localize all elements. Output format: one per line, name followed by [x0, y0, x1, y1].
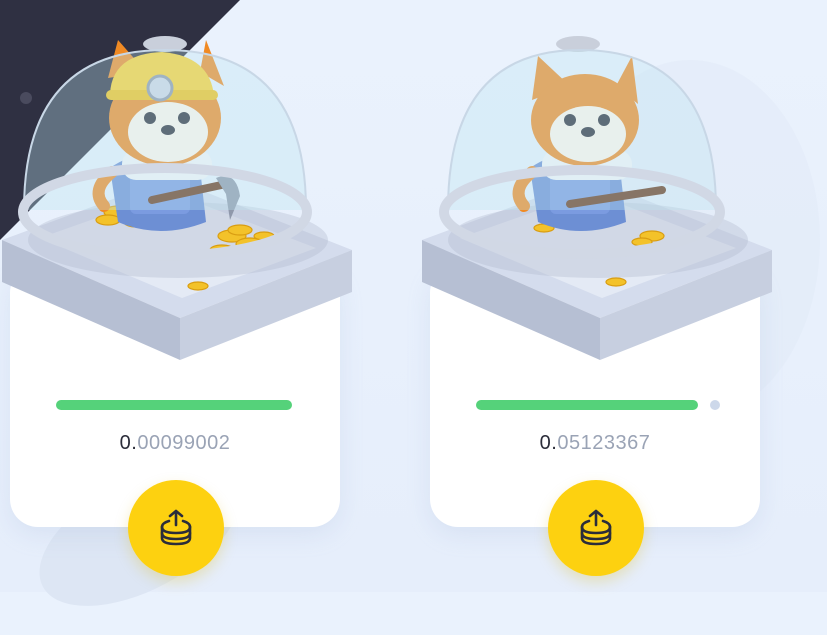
amount-decimal: 00099002 [137, 432, 231, 454]
amount-integer: 0. [539, 432, 558, 454]
mined-amount: 0.00099002 [10, 432, 340, 455]
miner-dog-illustration [422, 36, 772, 360]
miner-dog-illustration [2, 36, 352, 360]
upload-coins-icon [160, 509, 192, 546]
amount-integer: 0. [119, 432, 138, 454]
collect-button[interactable] [128, 480, 224, 576]
mining-progress-bar [476, 400, 720, 410]
collect-button[interactable] [548, 480, 644, 576]
miner-panel-2: 0.05123367 [420, 0, 772, 592]
progress-dot [710, 400, 720, 410]
progress-fill [56, 400, 292, 410]
miner-panel-1: 0.00099002 [0, 0, 352, 592]
upload-coins-icon [580, 509, 612, 546]
progress-fill [476, 400, 698, 410]
amount-decimal: 05123367 [557, 432, 651, 454]
mining-progress-bar [56, 400, 292, 410]
mined-amount: 0.05123367 [430, 432, 760, 455]
